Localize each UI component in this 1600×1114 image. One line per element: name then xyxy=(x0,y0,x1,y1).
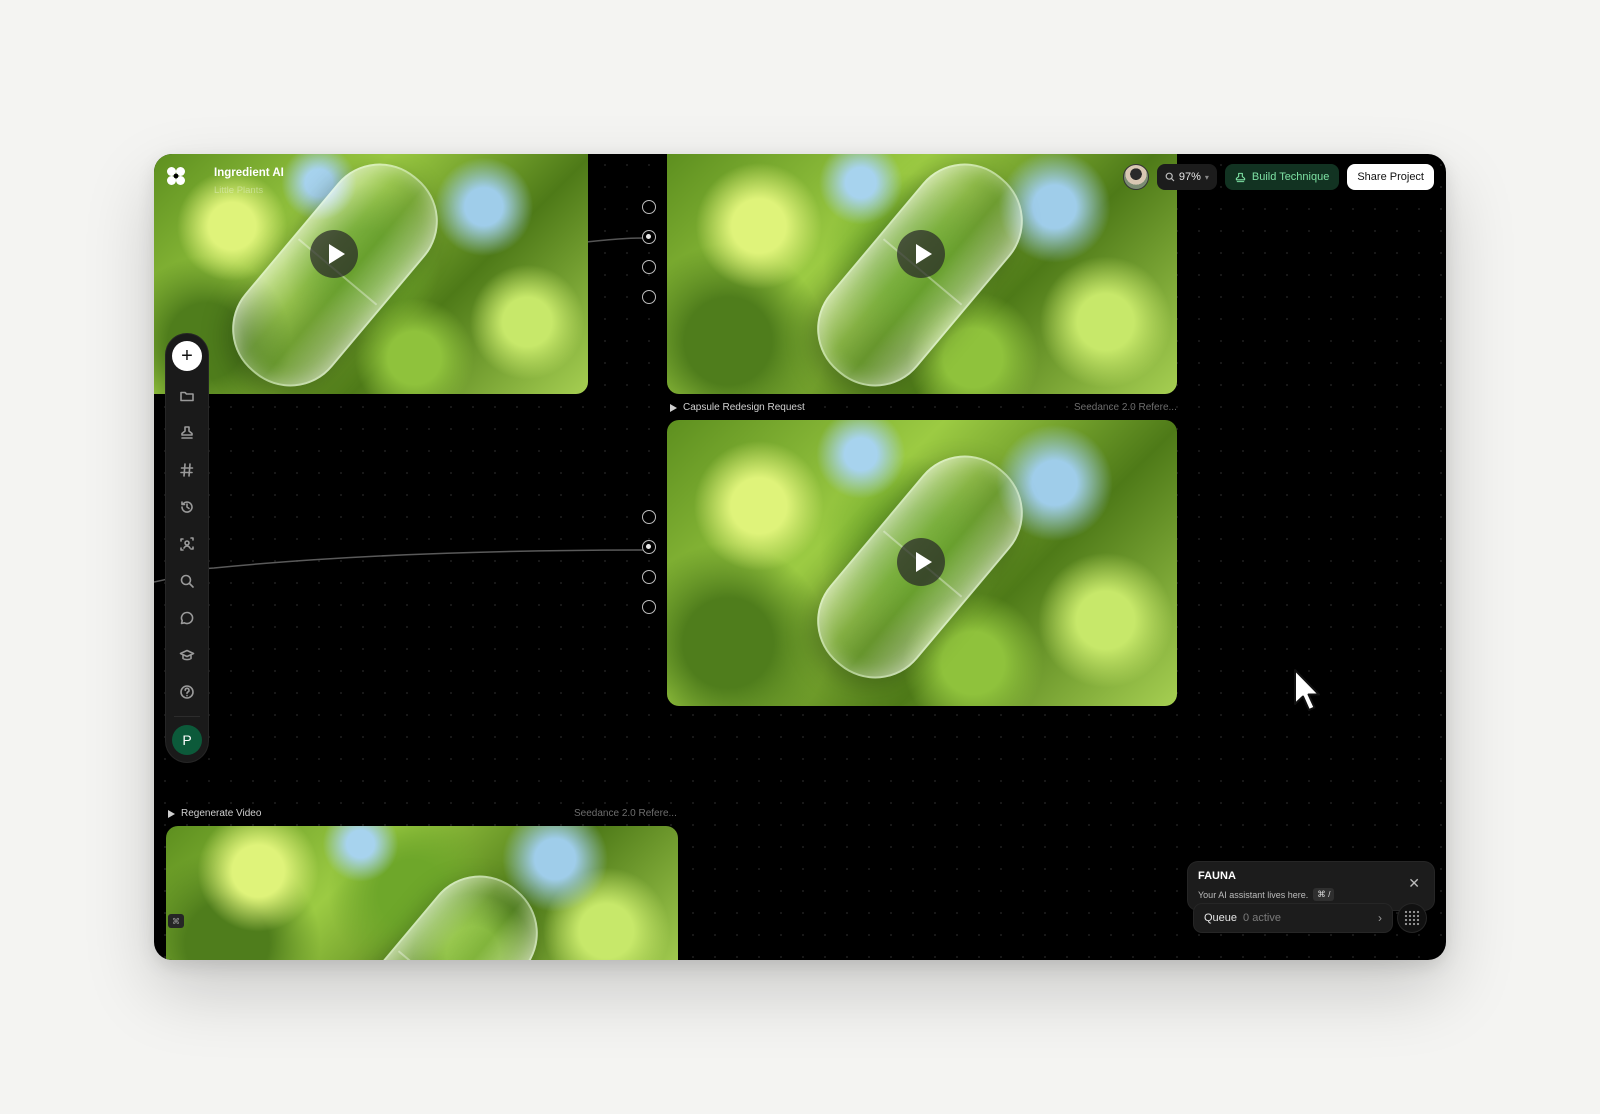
play-triangle-icon xyxy=(670,403,677,412)
edge-top xyxy=(585,237,651,243)
play-button[interactable] xyxy=(897,230,945,278)
close-icon[interactable]: ✕ xyxy=(1408,876,1420,890)
input-port[interactable] xyxy=(642,260,656,274)
play-triangle-icon xyxy=(168,809,175,818)
build-technique-label: Build Technique xyxy=(1251,171,1330,183)
dots-grid-icon[interactable] xyxy=(1398,904,1426,932)
node-title[interactable]: Capsule Redesign Request xyxy=(670,402,805,413)
node-title-text: Regenerate Video xyxy=(181,808,262,819)
fauna-assistant-card[interactable]: FAUNA Your AI assistant lives here. ⌘ / … xyxy=(1188,862,1434,910)
input-port[interactable] xyxy=(642,510,656,524)
keyboard-shortcut: ⌘ / xyxy=(1313,888,1335,901)
graduation-cap-icon[interactable] xyxy=(172,636,202,673)
play-button[interactable] xyxy=(310,230,358,278)
app-window: Capsule Redesign Request Seedance 2.0 Re… xyxy=(154,154,1446,960)
node-title-text: Capsule Redesign Request xyxy=(683,402,805,413)
zoom-control[interactable]: 97% ▾ xyxy=(1156,164,1217,190)
zoom-value: 97% xyxy=(1178,171,1201,183)
hash-icon[interactable] xyxy=(172,451,202,488)
queue-count: 0 active xyxy=(1243,912,1281,924)
folder-icon[interactable] xyxy=(172,377,202,414)
queue-label: Queue xyxy=(1204,912,1238,924)
play-button[interactable] xyxy=(897,538,945,586)
share-project-button[interactable]: Share Project xyxy=(1347,164,1434,190)
input-port[interactable] xyxy=(642,200,656,214)
user-avatar[interactable]: P xyxy=(172,725,202,755)
chevron-down-icon: ▾ xyxy=(1204,172,1209,182)
input-port[interactable] xyxy=(642,290,656,304)
chat-icon[interactable] xyxy=(172,599,202,636)
top-bar: 97% ▾ Build Technique Share Project xyxy=(1122,164,1434,190)
project-title[interactable]: Ingredient AI xyxy=(214,167,284,179)
logo-icon[interactable] xyxy=(166,166,186,186)
mouse-cursor-icon xyxy=(1294,669,1320,711)
video-node-capsule-redesign[interactable] xyxy=(667,420,1177,706)
help-icon[interactable] xyxy=(172,673,202,710)
minimap-toggle-icon[interactable]: ⌘ xyxy=(168,914,184,928)
add-button[interactable]: + xyxy=(172,341,202,371)
video-node-top-right[interactable] xyxy=(667,154,1177,394)
search-icon[interactable] xyxy=(172,562,202,599)
fauna-title: FAUNA xyxy=(1198,870,1236,882)
sidebar-divider xyxy=(174,716,200,717)
input-port-connected[interactable] xyxy=(642,230,656,244)
fauna-subtitle-text: Your AI assistant lives here. xyxy=(1198,889,1309,900)
input-port[interactable] xyxy=(642,600,656,614)
node-model: Seedance 2.0 Refere... xyxy=(574,808,677,819)
scan-face-icon[interactable] xyxy=(172,525,202,562)
input-port-connected[interactable] xyxy=(642,540,656,554)
chevron-right-icon: › xyxy=(1378,911,1382,925)
edge-middle xyxy=(154,549,651,583)
node-title[interactable]: Regenerate Video xyxy=(168,808,261,819)
fauna-subtitle: Your AI assistant lives here. ⌘ / xyxy=(1198,888,1335,901)
zoom-icon xyxy=(1165,172,1175,182)
input-port[interactable] xyxy=(642,570,656,584)
stamp-icon[interactable] xyxy=(172,414,202,451)
queue-button[interactable]: Queue 0 active › xyxy=(1194,904,1392,932)
node-model: Seedance 2.0 Refere... xyxy=(1074,402,1177,413)
stamp-icon xyxy=(1235,172,1246,182)
collaborator-avatar[interactable] xyxy=(1122,164,1149,190)
build-technique-button[interactable]: Build Technique xyxy=(1224,164,1340,190)
tool-sidebar: + P xyxy=(166,334,208,762)
history-icon[interactable] xyxy=(172,488,202,525)
video-node-regenerate[interactable] xyxy=(166,826,678,960)
project-subtitle: Little Plants xyxy=(214,185,264,196)
capsule-image xyxy=(309,853,561,960)
